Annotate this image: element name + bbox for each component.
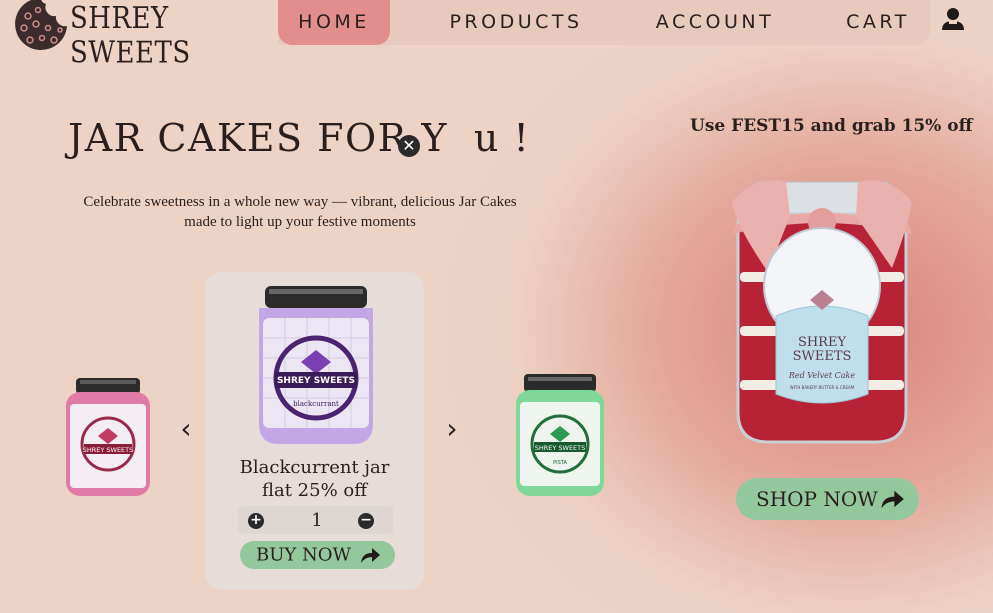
nav-home[interactable]: HOME — [278, 0, 390, 45]
hero-subtitle: Celebrate sweetness in a whole new way —… — [36, 192, 564, 232]
main-jar-brand: SHREY SWEETS — [277, 376, 355, 386]
left-jar-brand: SHREY SWEETS — [83, 446, 134, 454]
pista-jar-image[interactable]: SHREY SWEETS PISTA — [512, 372, 608, 498]
buy-now-button[interactable]: BUY NOW — [240, 541, 395, 569]
quantity-input[interactable] — [298, 508, 336, 532]
minus-icon[interactable]: − — [358, 513, 374, 529]
blackcurrant-jar-image[interactable]: SHREY SWEETS blackcurrant — [255, 284, 377, 446]
featured-brand-line1: SHREY — [798, 335, 847, 350]
product-title: Blackcurrent jar flat 25% off — [205, 456, 424, 502]
product-discount: flat 25% off — [261, 480, 368, 501]
featured-tagline: WITH BAKERY BUTTER & CREAM — [790, 385, 855, 390]
share-arrow-icon — [881, 490, 904, 509]
nav-products[interactable]: PRODUCTS — [436, 0, 596, 45]
main-jar-flavour: blackcurrant — [293, 400, 339, 408]
plus-icon[interactable]: + — [248, 513, 264, 529]
hero-title-part2: u ! — [473, 116, 531, 160]
product-title-line1: Blackcurrent jar — [239, 457, 390, 478]
nav-cart[interactable]: CART — [834, 0, 922, 45]
share-arrow-icon — [361, 548, 380, 563]
cookie-icon — [15, 0, 67, 50]
red-velvet-jar-image[interactable]: SHREY SWEETS Red Velvet Cake WITH BAKERY… — [716, 176, 928, 448]
close-icon[interactable]: ✕ — [398, 135, 420, 157]
hero-title: JAR CAKES FOR Y u ! — [68, 116, 530, 160]
brand-logo[interactable]: SHREY SWEETS — [14, 0, 254, 71]
featured-product-name: Red Velvet Cake — [788, 371, 856, 380]
shop-now-label: SHOP NOW — [756, 487, 878, 511]
buy-now-label: BUY NOW — [256, 544, 352, 566]
hero-title-part1: JAR CAKES FOR Y — [68, 116, 448, 160]
featured-brand-line2: SWEETS — [793, 349, 852, 364]
hero-subtitle-line1: Celebrate sweetness in a whole new way —… — [83, 194, 517, 210]
pink-jar-image[interactable]: SHREY SWEETS — [62, 376, 154, 498]
shop-now-button[interactable]: SHOP NOW — [736, 478, 919, 520]
hero-subtitle-line2: made to light up your festive moments — [184, 214, 416, 230]
brand-name: SHREY SWEETS — [70, 1, 191, 71]
carousel-next-button[interactable]: › — [440, 412, 464, 445]
right-jar-brand: SHREY SWEETS — [535, 444, 586, 452]
carousel-prev-button[interactable]: ‹ — [174, 412, 198, 445]
quantity-stepper: + − — [238, 506, 393, 534]
main-nav: HOME PRODUCTS ACCOUNT CART — [278, 0, 930, 45]
nav-account[interactable]: ACCOUNT — [642, 0, 788, 45]
user-icon[interactable] — [940, 6, 966, 32]
promo-text: Use FEST15 and grab 15% off — [690, 116, 973, 136]
right-jar-flavour: PISTA — [553, 460, 567, 466]
